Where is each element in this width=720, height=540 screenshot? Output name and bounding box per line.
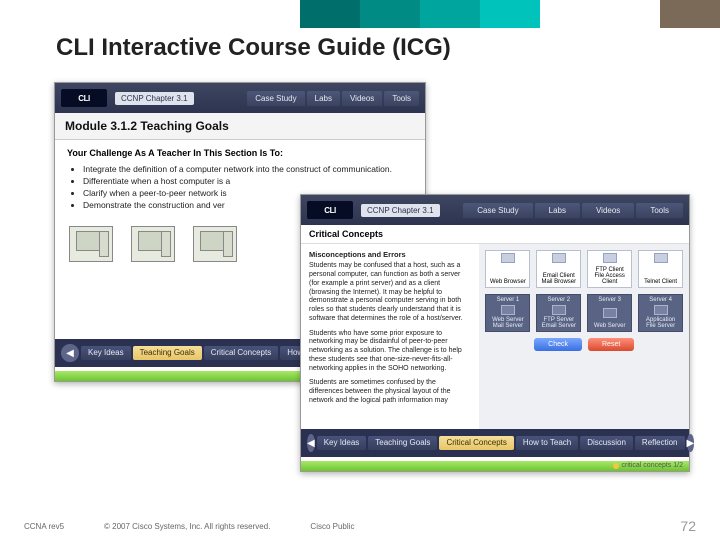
front-body: Misconceptions and Errors Students may b… bbox=[301, 244, 689, 452]
bottom-tab-critical-concepts[interactable]: Critical Concepts bbox=[204, 346, 278, 361]
bottom-tab-how-to-teach[interactable]: How to Teach bbox=[516, 436, 578, 451]
computer-icon bbox=[69, 226, 113, 262]
client-card[interactable]: Email Client Mail Browser bbox=[536, 250, 581, 288]
tab-case-study[interactable]: Case Study bbox=[247, 91, 304, 106]
server-title: Server 1 bbox=[488, 297, 527, 303]
card-label: FTP Server Email Server bbox=[539, 317, 578, 329]
activity-panel: Web Browser Email Client Mail Browser FT… bbox=[479, 244, 689, 452]
challenge-heading: Your Challenge As A Teacher In This Sect… bbox=[67, 148, 413, 158]
server-card[interactable]: Server 4 Application File Server bbox=[638, 294, 683, 332]
tab-tools[interactable]: Tools bbox=[384, 91, 419, 106]
cli-logo: CLI bbox=[307, 201, 353, 219]
bottom-tab-teaching-goals[interactable]: Teaching Goals bbox=[133, 346, 202, 361]
breadcrumb-back: CCNP Chapter 3.1 bbox=[115, 92, 194, 105]
client-row: Web Browser Email Client Mail Browser FT… bbox=[485, 250, 683, 288]
bottom-tab-critical-concepts[interactable]: Critical Concepts bbox=[439, 436, 513, 451]
top-tabs-front: Case Study Labs Videos Tools bbox=[463, 203, 683, 218]
card-label: Application File Server bbox=[641, 317, 680, 329]
client-icon bbox=[501, 253, 515, 263]
slide-footer: CCNA rev5 © 2007 Cisco Systems, Inc. All… bbox=[24, 518, 696, 534]
bottom-tab-key-ideas[interactable]: Key Ideas bbox=[81, 346, 131, 361]
reset-button[interactable]: Reset bbox=[588, 338, 634, 351]
server-card[interactable]: Server 1 Web Server Mail Server bbox=[485, 294, 530, 332]
tab-videos[interactable]: Videos bbox=[582, 203, 634, 218]
page-number: 72 bbox=[680, 518, 696, 534]
concept-paragraph: Students may be confused that a host, su… bbox=[309, 262, 471, 323]
breadcrumb-front: CCNP Chapter 3.1 bbox=[361, 204, 440, 217]
client-icon bbox=[603, 253, 617, 263]
card-label: Web Server bbox=[590, 323, 629, 329]
bottom-tab-key-ideas[interactable]: Key Ideas bbox=[317, 436, 367, 451]
bottom-tabs-front: ◀ Key Ideas Teaching Goals Critical Conc… bbox=[301, 429, 689, 457]
cli-logo: CLI bbox=[61, 89, 107, 107]
client-card[interactable]: Web Browser bbox=[485, 250, 530, 288]
prev-arrow-icon[interactable]: ◀ bbox=[61, 344, 79, 362]
tab-case-study[interactable]: Case Study bbox=[463, 203, 532, 218]
icg-window-front: CLI CCNP Chapter 3.1 Case Study Labs Vid… bbox=[300, 194, 690, 472]
footer-copyright: © 2007 Cisco Systems, Inc. All rights re… bbox=[104, 522, 270, 531]
server-title: Server 3 bbox=[590, 297, 629, 303]
server-title: Server 4 bbox=[641, 297, 680, 303]
server-card[interactable]: Server 2 FTP Server Email Server bbox=[536, 294, 581, 332]
header-photo bbox=[660, 0, 720, 28]
status-indicator: critical concepts 1/2 bbox=[613, 462, 683, 469]
critical-concepts-header: Critical Concepts bbox=[301, 225, 689, 244]
prev-arrow-icon[interactable]: ◀ bbox=[307, 434, 315, 452]
titlebar-front: CLI CCNP Chapter 3.1 Case Study Labs Vid… bbox=[301, 195, 689, 225]
bottom-tab-teaching-goals[interactable]: Teaching Goals bbox=[368, 436, 437, 451]
top-tabs-back: Case Study Labs Videos Tools bbox=[247, 91, 419, 106]
status-text: critical concepts 1/2 bbox=[622, 462, 683, 469]
server-row: Server 1 Web Server Mail Server Server 2 F… bbox=[485, 294, 683, 332]
client-icon bbox=[654, 253, 668, 263]
server-card[interactable]: Server 3 Web Server bbox=[587, 294, 632, 332]
footer-public: Cisco Public bbox=[310, 522, 354, 531]
progress-strip: critical concepts 1/2 bbox=[301, 461, 689, 471]
client-card[interactable]: FTP Client File Access Client bbox=[587, 250, 632, 288]
bullet-item: Integrate the definition of a computer n… bbox=[83, 164, 413, 176]
bottom-tab-discussion[interactable]: Discussion bbox=[580, 436, 633, 451]
computer-icon bbox=[193, 226, 237, 262]
slide-title: CLI Interactive Course Guide (ICG) bbox=[56, 34, 451, 62]
card-label: FTP Client File Access Client bbox=[590, 267, 629, 285]
module-header: Module 3.1.2 Teaching Goals bbox=[55, 113, 425, 140]
server-icon bbox=[603, 308, 617, 318]
status-dot-icon bbox=[613, 463, 619, 469]
footer-left: CCNA rev5 bbox=[24, 522, 64, 531]
computer-icon bbox=[131, 226, 175, 262]
tab-labs[interactable]: Labs bbox=[307, 91, 340, 106]
bullet-item: Differentiate when a host computer is a bbox=[83, 176, 413, 188]
server-icon bbox=[654, 305, 668, 315]
card-label: Email Client Mail Browser bbox=[539, 273, 578, 285]
tab-videos[interactable]: Videos bbox=[342, 91, 382, 106]
concept-paragraph: Students are sometimes confused by the d… bbox=[309, 379, 471, 405]
card-label: Web Browser bbox=[488, 279, 527, 285]
server-title: Server 2 bbox=[539, 297, 578, 303]
tab-labs[interactable]: Labs bbox=[535, 203, 580, 218]
next-arrow-icon[interactable]: ▶ bbox=[687, 434, 695, 452]
card-label: Web Server Mail Server bbox=[488, 317, 527, 329]
slide-header-accent bbox=[0, 0, 720, 28]
tab-tools[interactable]: Tools bbox=[636, 203, 683, 218]
concept-paragraph: Students who have some prior exposure to… bbox=[309, 330, 471, 374]
misconceptions-heading: Misconceptions and Errors bbox=[309, 250, 471, 259]
bottom-tab-reflection[interactable]: Reflection bbox=[635, 436, 685, 451]
concepts-text-panel: Misconceptions and Errors Students may b… bbox=[301, 244, 479, 452]
client-card[interactable]: Telnet Client bbox=[638, 250, 683, 288]
server-icon bbox=[501, 305, 515, 315]
titlebar-back: CLI CCNP Chapter 3.1 Case Study Labs Vid… bbox=[55, 83, 425, 113]
card-label: Telnet Client bbox=[641, 279, 680, 285]
server-icon bbox=[552, 305, 566, 315]
client-icon bbox=[552, 253, 566, 263]
activity-buttons: Check Reset bbox=[485, 338, 683, 351]
check-button[interactable]: Check bbox=[534, 338, 582, 351]
